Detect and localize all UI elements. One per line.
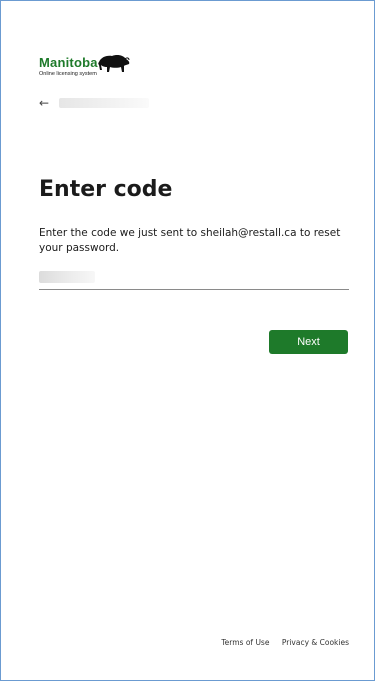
footer-links: Terms of Use Privacy & Cookies [211,638,349,647]
bison-icon [98,55,130,72]
instruction-text: Enter the code we just sent to sheilah@r… [39,227,341,254]
redacted-code-value [39,271,95,283]
back-arrow-icon: ← [39,96,50,110]
page-title: Enter code [39,177,173,202]
next-button[interactable]: Next [269,330,348,354]
terms-of-use-link[interactable]: Terms of Use [221,638,269,647]
privacy-cookies-link[interactable]: Privacy & Cookies [282,638,349,647]
back-button[interactable]: ← [39,94,179,112]
signin-panel: Manitoba Online licensing system ← Enter… [0,0,375,681]
redacted-account-email [59,98,149,108]
logo-tagline: Online licensing system [39,71,97,77]
logo-wordmark: Manitoba [39,55,98,70]
manitoba-logo: Manitoba Online licensing system [39,53,159,97]
